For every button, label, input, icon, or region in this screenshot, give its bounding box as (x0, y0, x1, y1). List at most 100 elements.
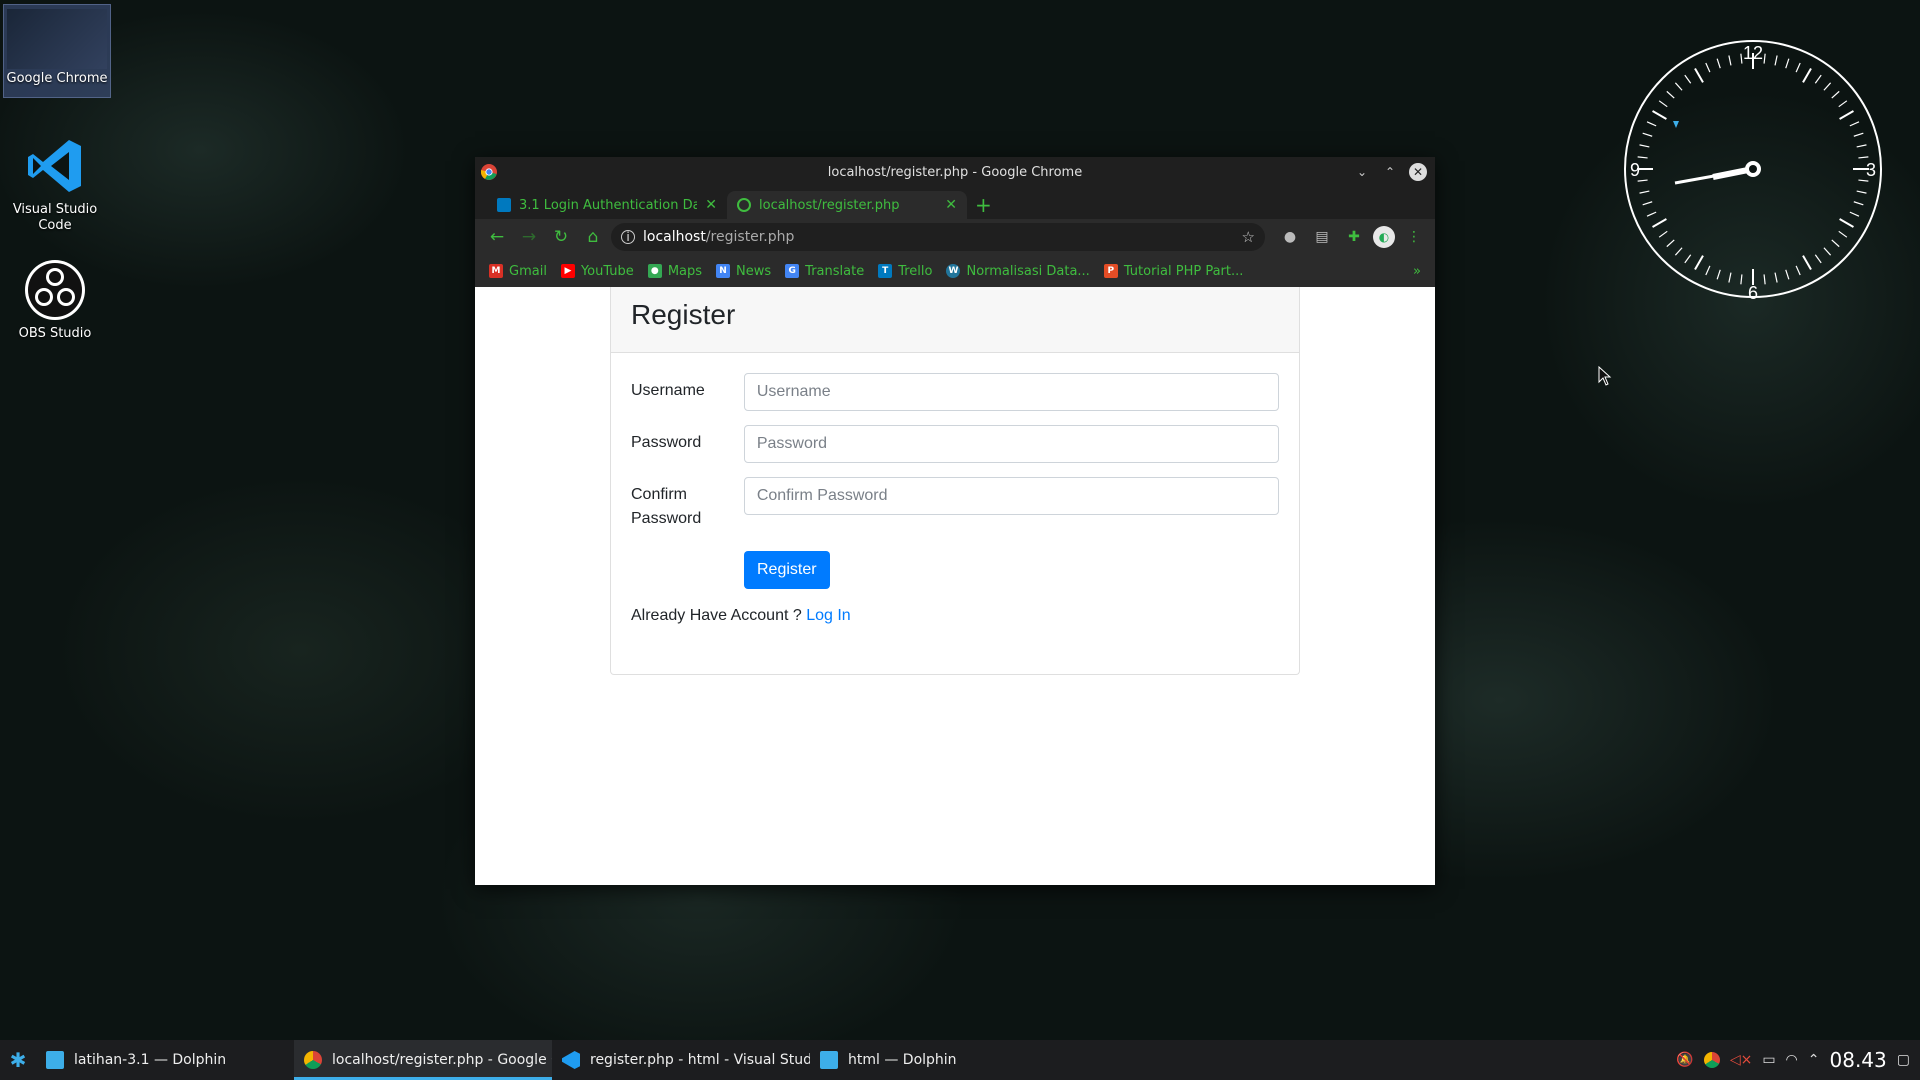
taskbar: ✱ latihan-3.1 — Dolphin localhost/regist… (0, 1040, 1920, 1080)
mouse-cursor (1598, 365, 1612, 390)
chrome-tray-icon[interactable] (1703, 1052, 1720, 1068)
tab-login-authentication[interactable]: 3.1 Login Authentication Dat ✕ (487, 191, 727, 219)
bookmark-trello[interactable]: T Trello (878, 264, 932, 279)
bookmark-label: News (736, 263, 772, 279)
analog-clock-widget: 12 3 6 9 (1621, 37, 1885, 303)
bookmark-news[interactable]: N News (716, 264, 771, 279)
forward-button[interactable]: → (515, 223, 543, 251)
task-dolphin-html[interactable]: html — Dolphin (810, 1040, 1068, 1080)
minimize-button[interactable]: ⌄ (1353, 163, 1371, 181)
info-icon[interactable]: i (621, 230, 635, 244)
clock-tick (1694, 255, 1704, 270)
bookmark-label: Trello (898, 263, 933, 279)
youtube-icon: ▶ (560, 264, 575, 278)
bookmark-youtube[interactable]: ▶ YouTube (560, 264, 634, 279)
clock-tick (1637, 179, 1648, 182)
bookmark-star-icon[interactable]: ☆ (1242, 228, 1255, 246)
window-titlebar[interactable]: localhost/register.php - Google Chrome ⌄… (475, 157, 1435, 187)
desktop-icon-obs[interactable]: OBS Studio (1, 258, 109, 342)
clock-tick (1684, 74, 1692, 84)
clock-tick (1849, 121, 1860, 127)
clock-tick (1666, 239, 1675, 248)
card-heading: Register (611, 287, 1299, 353)
tab-close-icon[interactable]: ✕ (945, 197, 957, 213)
clock-tick (1740, 53, 1743, 64)
clock-tick (1849, 211, 1860, 217)
address-bar[interactable]: i localhost/register.php ☆ (611, 223, 1265, 251)
clock-tick (1814, 254, 1822, 264)
tab-register[interactable]: localhost/register.php ✕ (727, 191, 967, 219)
task-dolphin-latihan[interactable]: latihan-3.1 — Dolphin (36, 1040, 294, 1080)
clock-tick (1694, 68, 1704, 83)
translate-extension-icon[interactable]: ▤ (1309, 224, 1335, 250)
tray-expand-icon[interactable]: ⌃ (1808, 1052, 1820, 1068)
desktop-icon-vscode[interactable]: Visual Studio Code (1, 134, 109, 234)
page-content: Register Username Password Confirm Passw… (475, 287, 1435, 885)
bookmark-maps[interactable]: ● Maps (647, 263, 703, 279)
task-label: register.php - html - Visual Studio ... (590, 1052, 810, 1068)
display-icon[interactable]: ▭ (1762, 1052, 1775, 1068)
clock-tick (1763, 53, 1766, 64)
login-link[interactable]: Log In (806, 607, 850, 624)
clock-tick (1716, 58, 1721, 69)
bookmark-label: Normalisasi Data... (966, 263, 1090, 279)
news-icon: N (716, 264, 731, 278)
obs-icon (23, 258, 87, 322)
taskbar-clock[interactable]: 08.43 (1830, 1048, 1887, 1072)
back-button[interactable]: ← (483, 223, 511, 251)
window-title: localhost/register.php - Google Chrome (827, 164, 1083, 180)
bookmark-gmail[interactable]: M Gmail (489, 264, 547, 279)
bookmark-label: Maps (667, 263, 703, 279)
globe-extension-icon[interactable]: ● (1277, 224, 1303, 250)
tab-label: localhost/register.php (759, 197, 900, 213)
url-path: /register.php (705, 229, 795, 245)
show-desktop-button[interactable]: ▢ (1897, 1052, 1910, 1068)
profile-avatar[interactable]: ◐ (1373, 226, 1395, 248)
bookmarks-bar: M Gmail ▶ YouTube ● Maps N News G Translate T… (475, 255, 1435, 287)
register-button[interactable]: Register (744, 551, 830, 589)
close-window-button[interactable]: ✕ (1409, 163, 1427, 181)
notifications-muted-icon[interactable]: 🔕 (1676, 1052, 1693, 1068)
password-input[interactable] (743, 425, 1279, 463)
clock-tick (1856, 144, 1867, 148)
maximize-button[interactable]: ⌃ (1381, 163, 1399, 181)
bookmark-normalisasi[interactable]: W Normalisasi Data... (946, 263, 1090, 279)
clock-tick (1728, 55, 1732, 66)
home-button[interactable]: ⌂ (579, 223, 607, 251)
clock-numeral-3: 3 (1866, 160, 1876, 180)
task-chrome[interactable]: localhost/register.php - Google Ch... (294, 1040, 552, 1080)
reload-button[interactable]: ↻ (547, 223, 575, 251)
clock-second-marker (1673, 121, 1679, 128)
desktop-icon-chrome[interactable]: Google Chrome (3, 4, 111, 98)
username-label: Username (631, 382, 705, 399)
clock-tick (1785, 58, 1790, 69)
username-input[interactable] (743, 373, 1279, 411)
desktop-icon-label: Google Chrome (6, 71, 108, 86)
task-label: localhost/register.php - Google Ch... (332, 1052, 552, 1068)
wifi-icon[interactable]: ◠ (1786, 1052, 1798, 1068)
vscode-icon (562, 1051, 580, 1069)
clock-tick (1658, 100, 1668, 108)
menu-kebab-icon[interactable]: ⋮ (1401, 224, 1427, 250)
clock-tick (1856, 190, 1867, 194)
confirm-password-input[interactable] (743, 477, 1279, 515)
clock-tick (1639, 144, 1650, 148)
task-vscode[interactable]: register.php - html - Visual Studio ... (552, 1040, 810, 1080)
clock-tick (1853, 201, 1864, 206)
bookmarks-overflow-button[interactable]: » (1413, 264, 1421, 279)
clock-tick (1674, 82, 1683, 91)
chrome-icon (7, 9, 107, 69)
tab-strip: 3.1 Login Authentication Dat ✕ localhost… (475, 187, 1435, 219)
tab-close-icon[interactable]: ✕ (705, 197, 717, 213)
clock-tick (1853, 132, 1864, 137)
clock-tick (1774, 272, 1778, 283)
bookmark-tutorial-php[interactable]: P Tutorial PHP Part... (1103, 263, 1244, 279)
account-text: Already Have Account ? (631, 607, 802, 624)
bookmark-translate[interactable]: G Translate (785, 264, 864, 279)
new-tab-button[interactable]: + (975, 191, 992, 219)
volume-muted-icon[interactable]: ◁× (1730, 1052, 1753, 1068)
app-launcher-icon[interactable]: ✱ (0, 1040, 36, 1080)
clock-tick (1728, 272, 1732, 283)
bookmark-label: Tutorial PHP Part... (1123, 263, 1244, 279)
puzzle-extensions-icon[interactable]: ✚ (1341, 224, 1367, 250)
